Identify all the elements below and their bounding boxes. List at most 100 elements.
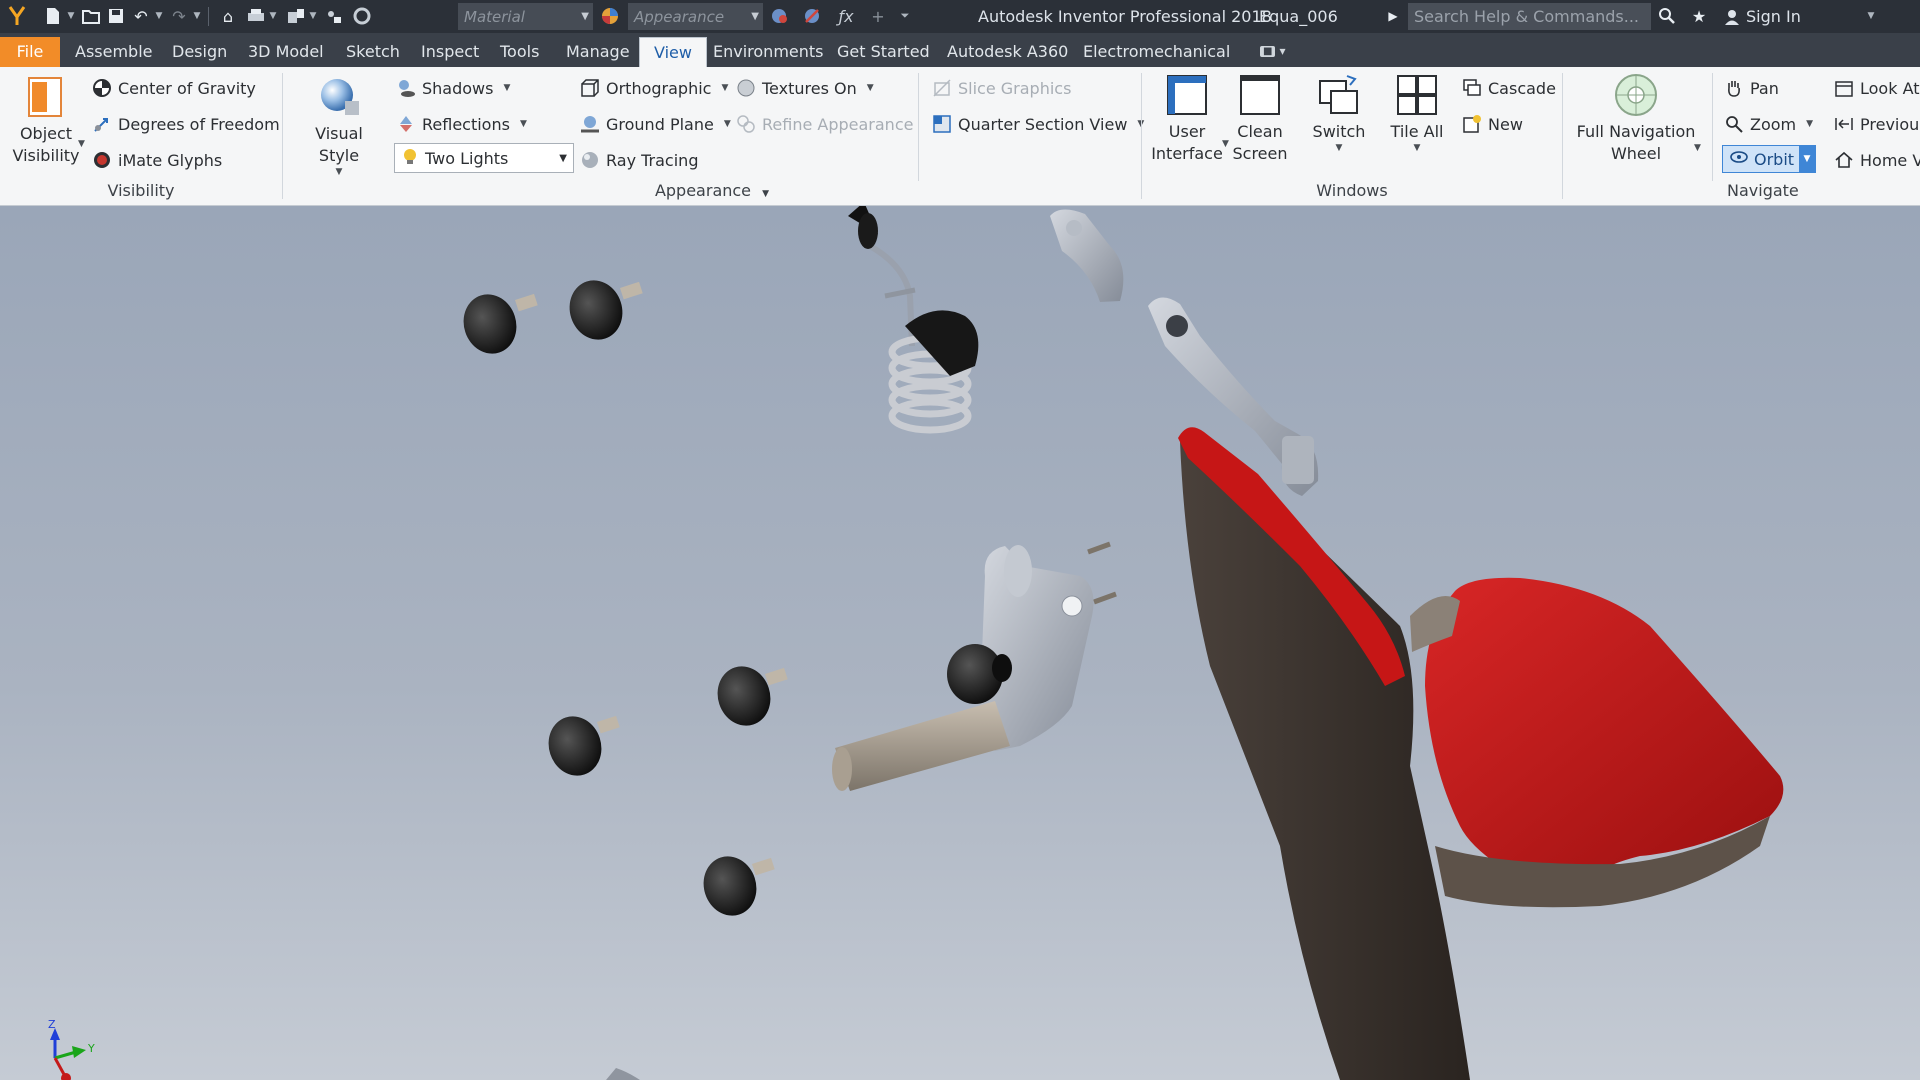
lighting-style-select[interactable]: Two Lights ▼ (394, 143, 574, 173)
tab-get-started[interactable]: Get Started (823, 37, 944, 67)
quarter-section-view-button[interactable]: Quarter Section View ▼ (932, 109, 1144, 139)
tab-assemble[interactable]: Assemble (61, 37, 167, 67)
tab-environments[interactable]: Environments (699, 37, 838, 67)
print-dropdown-icon[interactable]: ▼ (268, 4, 278, 28)
user-interface-button[interactable]: User Interface (1151, 73, 1223, 165)
new-window-button[interactable]: New (1462, 109, 1523, 139)
orbit-button[interactable]: Orbit ▼ (1722, 145, 1816, 173)
project-icon[interactable] (284, 4, 308, 28)
appearance-select[interactable]: Appearance ▼ (628, 3, 763, 30)
redo-dropdown-icon[interactable]: ▼ (192, 4, 202, 28)
ground-plane-button[interactable]: Ground Plane ▼ (580, 109, 731, 139)
textures-on-label: Textures On (762, 78, 857, 98)
bracket-part[interactable] (1050, 209, 1124, 302)
chair-seat-part[interactable] (1178, 427, 1784, 1080)
panel-title-appearance[interactable]: Appearance ▼ (283, 181, 1141, 200)
new-icon[interactable] (42, 4, 64, 28)
tab-inspect[interactable]: Inspect (407, 37, 493, 67)
cascade-button[interactable]: Cascade (1462, 73, 1556, 103)
previous-view-button[interactable]: Previous (1834, 109, 1920, 139)
look-at-label: Look At (1860, 78, 1920, 98)
shadows-button[interactable]: Shadows ▼ (396, 73, 510, 103)
home-view-button[interactable]: Home V (1834, 145, 1920, 175)
save-icon[interactable] (105, 4, 127, 28)
tab-design[interactable]: Design (158, 37, 241, 67)
camera-icon: ■ (1260, 45, 1276, 57)
tab-electromechanical[interactable]: Electromechanical (1069, 37, 1244, 67)
tab-manage[interactable]: Manage (552, 37, 644, 67)
new-dropdown-icon[interactable]: ▼ (66, 4, 76, 28)
ray-tracing-button[interactable]: Ray Tracing (580, 145, 698, 175)
app-title: Autodesk Inventor Professional 2018 (978, 7, 1272, 26)
imate-glyphs-button[interactable]: iMate Glyphs (92, 145, 222, 175)
object-visibility-dropdown-icon[interactable]: ▼ (78, 139, 85, 149)
redo-icon[interactable]: ↷ (168, 4, 190, 28)
center-of-gravity-button[interactable]: Center of Gravity (92, 73, 256, 103)
parameters-icon[interactable]: ƒx (834, 4, 858, 28)
tab-autodesk-a360[interactable]: Autodesk A360 (933, 37, 1082, 67)
search-icon[interactable] (1656, 4, 1678, 28)
tab-3d-model[interactable]: 3D Model (234, 37, 338, 67)
knob-part[interactable] (696, 849, 775, 922)
chevron-down-icon: ▼ (503, 83, 511, 93)
shadows-label: Shadows (422, 78, 494, 98)
zoom-button[interactable]: Zoom ▼ (1724, 109, 1813, 139)
slice-graphics-button[interactable]: Slice Graphics (932, 73, 1071, 103)
material-select[interactable]: Material ▼ (458, 3, 593, 30)
textures-on-button[interactable]: Textures On ▼ (736, 73, 874, 103)
orbit-label: Orbit (1754, 149, 1795, 169)
spring-assembly-part[interactable] (848, 206, 979, 434)
adjust-appearance-icon[interactable] (768, 4, 792, 28)
full-navigation-wheel-button[interactable]: Full Navigation Wheel (1572, 73, 1700, 165)
measure-icon[interactable]: + (866, 4, 890, 28)
open-icon[interactable] (80, 4, 102, 28)
tab-tools[interactable]: Tools (486, 37, 553, 67)
search-input[interactable] (1408, 3, 1651, 30)
degrees-of-freedom-button[interactable]: Degrees of Freedom (92, 109, 280, 139)
project-dropdown-icon[interactable]: ▼ (308, 4, 318, 28)
document-title: Equa_006 (1259, 7, 1338, 26)
tab-sketch[interactable]: Sketch (332, 37, 414, 67)
switch-button[interactable]: Switch ▼ (1306, 73, 1372, 153)
zoom-label: Zoom (1750, 114, 1797, 134)
sign-in-dropdown-icon[interactable]: ▼ (1866, 4, 1876, 28)
object-visibility-button[interactable]: Object Visibility (8, 75, 84, 167)
pan-button[interactable]: Pan (1724, 73, 1779, 103)
customize-dropdown-icon[interactable]: ⏷ (900, 4, 910, 28)
clean-screen-button[interactable]: Clean Screen (1228, 73, 1292, 165)
favorites-star-icon[interactable]: ★ (1688, 4, 1710, 28)
orthographic-button[interactable]: Orthographic ▼ (580, 73, 728, 103)
graphics-viewport[interactable]: Z Y (0, 206, 1920, 1080)
undo-dropdown-icon[interactable]: ▼ (154, 4, 164, 28)
knob-part[interactable] (456, 287, 538, 360)
look-at-button[interactable]: Look At (1834, 73, 1920, 103)
tab-view[interactable]: View (639, 37, 707, 67)
color-wheel-icon[interactable] (350, 4, 374, 28)
knob-part[interactable] (541, 709, 620, 782)
clear-appearance-icon[interactable] (800, 4, 824, 28)
knob-part[interactable] (562, 273, 643, 346)
visual-style-label: Visual Style (315, 124, 363, 165)
select-icon[interactable] (322, 4, 346, 28)
full-navigation-wheel-label-1: Full Navigation (1576, 122, 1696, 141)
navigation-wheel-dropdown-icon[interactable]: ▼ (1694, 143, 1701, 153)
reflections-button[interactable]: Reflections ▼ (396, 109, 527, 139)
lighting-style-value: Two Lights (425, 148, 509, 168)
tab-file[interactable]: File (0, 37, 60, 67)
undo-icon[interactable]: ↶ (130, 4, 152, 28)
ribbon-display-toggle[interactable]: ■ ▾ (1260, 44, 1285, 58)
tile-all-button[interactable]: Tile All ▼ (1382, 73, 1452, 153)
orbit-dropdown-icon[interactable]: ▼ (1799, 146, 1815, 172)
chevron-down-icon: ▼ (1806, 119, 1814, 129)
sign-in-button[interactable]: Sign In (1724, 0, 1801, 33)
appearance-ball-icon[interactable] (598, 4, 622, 28)
visual-style-button[interactable]: Visual Style ▼ (294, 75, 384, 177)
knob-part[interactable] (710, 659, 788, 732)
expand-right-icon[interactable]: ▶ (1386, 4, 1400, 28)
print-icon[interactable] (244, 4, 268, 28)
partial-part[interactable] (606, 1068, 640, 1080)
app-menu-icon[interactable] (4, 4, 30, 28)
mechanism-bracket-part[interactable] (832, 545, 1094, 791)
home-icon[interactable]: ⌂ (216, 4, 240, 28)
refine-appearance-button[interactable]: Refine Appearance (736, 109, 913, 139)
